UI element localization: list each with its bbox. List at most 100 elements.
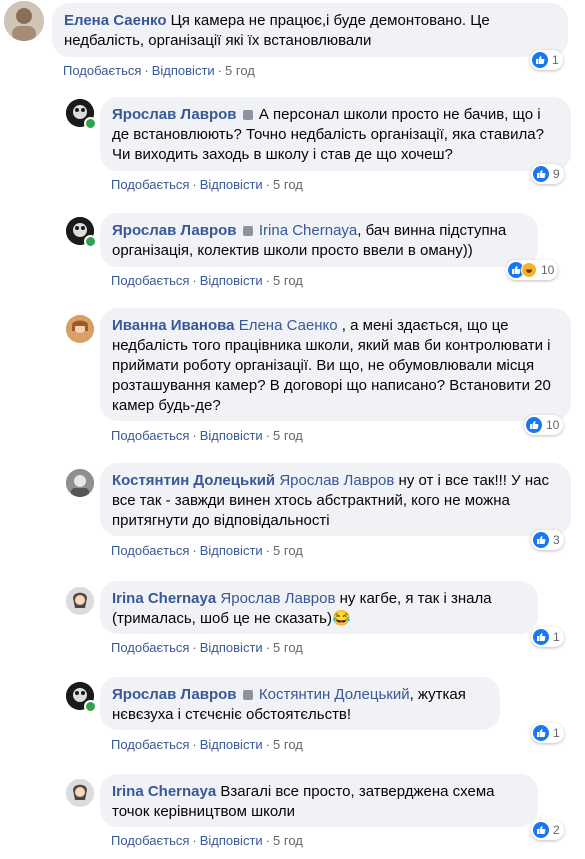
timestamp[interactable]: 5 год	[273, 737, 303, 752]
reply-button[interactable]: Відповісти	[200, 737, 263, 752]
timestamp[interactable]: 5 год	[273, 640, 303, 655]
reaction-summary[interactable]: 10	[524, 415, 564, 435]
avatar[interactable]	[66, 779, 94, 807]
like-button[interactable]: Подобається	[111, 737, 189, 752]
mention-link[interactable]: Костянтин Долецький	[259, 686, 410, 703]
thumbs-up-icon	[533, 725, 549, 741]
author-name[interactable]: Елена Саенко	[64, 12, 166, 29]
separator: ·	[265, 177, 271, 192]
reply-button[interactable]: Відповісти	[200, 640, 263, 655]
timestamp[interactable]: 5 год	[273, 177, 303, 192]
comment-actions: Подобається · Відповісти · 5 год	[111, 737, 303, 752]
separator: ·	[265, 273, 271, 288]
reply-button[interactable]: Відповісти	[200, 177, 263, 192]
reaction-summary[interactable]: 1	[530, 50, 563, 70]
separator: ·	[192, 543, 197, 558]
user-photo-icon	[66, 315, 94, 343]
author-name[interactable]: Ярослав Лавров	[112, 106, 237, 123]
avatar[interactable]	[66, 315, 94, 343]
thumbs-up-icon	[533, 166, 549, 182]
separator: ·	[192, 428, 197, 443]
mention-link[interactable]: Елена Саенко	[239, 317, 338, 334]
author-name[interactable]: Irina Chernaya	[112, 590, 216, 607]
like-button[interactable]: Подобається	[63, 63, 141, 78]
shield-badge-icon	[242, 690, 253, 700]
separator: ·	[192, 177, 197, 192]
thumbs-up-icon	[533, 532, 549, 548]
comment-actions: Подобається · Відповісти · 5 год	[111, 177, 303, 192]
reply-button[interactable]: Відповісти	[200, 543, 263, 558]
avatar[interactable]	[66, 587, 94, 615]
comment-actions: Подобається · Відповісти · 5 год	[63, 63, 255, 78]
comment-bubble: Иванна Иванова Елена Саенко , а мені зда…	[100, 308, 571, 421]
reaction-summary[interactable]: 10	[506, 260, 559, 280]
like-button[interactable]: Подобається	[111, 543, 189, 558]
like-button[interactable]: Подобається	[111, 640, 189, 655]
comment-actions: Подобається · Відповісти · 5 год	[111, 543, 303, 558]
author-name[interactable]: Костянтин Долецький	[112, 472, 275, 489]
online-status-icon	[84, 700, 97, 713]
reaction-count: 3	[553, 533, 560, 547]
reaction-summary[interactable]: 2	[531, 820, 564, 840]
reaction-summary[interactable]: 3	[531, 530, 564, 550]
author-name[interactable]: Иванна Иванова	[112, 317, 235, 334]
user-photo-icon	[4, 1, 44, 41]
shield-badge-icon	[242, 110, 253, 120]
shield-badge-icon	[242, 226, 253, 236]
timestamp[interactable]: 5 год	[273, 833, 303, 848]
separator: ·	[265, 640, 271, 655]
reply-button[interactable]: Відповісти	[200, 273, 263, 288]
separator: ·	[192, 640, 197, 655]
reaction-count: 10	[546, 418, 560, 432]
online-status-icon	[84, 117, 97, 130]
mention-link[interactable]: Ярослав Лавров	[279, 472, 394, 489]
timestamp[interactable]: 5 год	[273, 273, 303, 288]
author-name[interactable]: Ярослав Лавров	[112, 222, 237, 239]
avatar[interactable]	[66, 469, 94, 497]
mention-link[interactable]: Ярослав Лавров	[220, 590, 335, 607]
reaction-count: 1	[553, 726, 560, 740]
reply-button[interactable]: Відповісти	[200, 428, 263, 443]
thumbs-up-icon	[533, 629, 549, 645]
comment-actions: Подобається · Відповісти · 5 год	[111, 273, 303, 288]
reaction-count: 1	[553, 630, 560, 644]
like-button[interactable]: Подобається	[111, 273, 189, 288]
online-status-icon	[84, 235, 97, 248]
reaction-count: 9	[553, 167, 560, 181]
mention-link[interactable]: Irina Chernaya	[259, 222, 357, 239]
reaction-summary[interactable]: 1	[531, 627, 564, 647]
reaction-summary[interactable]: 1	[531, 723, 564, 743]
separator: ·	[192, 273, 197, 288]
timestamp[interactable]: 5 год	[273, 428, 303, 443]
comment-actions: Подобається · Відповісти · 5 год	[111, 428, 303, 443]
separator: ·	[192, 737, 197, 752]
author-name[interactable]: Irina Chernaya	[112, 783, 216, 800]
separator: ·	[144, 63, 149, 78]
reply-button[interactable]: Відповісти	[152, 63, 215, 78]
laughing-face-icon	[521, 262, 537, 278]
avatar[interactable]	[4, 1, 44, 41]
comment-actions: Подобається · Відповісти · 5 год	[111, 640, 303, 655]
user-photo-icon	[66, 779, 94, 807]
separator: ·	[265, 833, 271, 848]
timestamp[interactable]: 5 год	[225, 63, 255, 78]
like-button[interactable]: Подобається	[111, 177, 189, 192]
author-name[interactable]: Ярослав Лавров	[112, 686, 237, 703]
separator: ·	[265, 543, 271, 558]
thumbs-up-icon	[526, 417, 542, 433]
like-button[interactable]: Подобається	[111, 428, 189, 443]
thumbs-up-icon	[532, 52, 548, 68]
reaction-count: 2	[553, 823, 560, 837]
like-button[interactable]: Подобається	[111, 833, 189, 848]
comment-bubble: Ярослав Лавров Костянтин Долецький, жутк…	[100, 677, 500, 730]
comment-bubble: Irina Chernaya Взагалі все просто, затве…	[100, 774, 538, 827]
comment-bubble: Irina Chernaya Ярослав Лавров ну кагбе, …	[100, 581, 538, 634]
separator: ·	[265, 737, 271, 752]
user-photo-icon	[66, 587, 94, 615]
reaction-count: 10	[541, 263, 555, 277]
comment-bubble: Костянтин Долецький Ярослав Лавров ну от…	[100, 463, 571, 536]
reaction-summary[interactable]: 9	[531, 164, 564, 184]
laughing-emoji-icon: 😂	[331, 610, 351, 627]
timestamp[interactable]: 5 год	[273, 543, 303, 558]
reply-button[interactable]: Відповісти	[200, 833, 263, 848]
